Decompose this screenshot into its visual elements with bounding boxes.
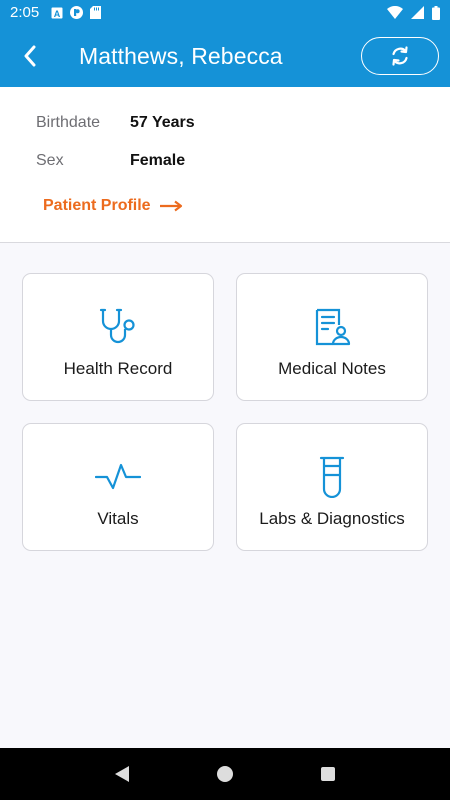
stethoscope-icon (97, 304, 139, 350)
labs-diagnostics-tile[interactable]: Labs & Diagnostics (236, 423, 428, 551)
health-record-label: Health Record (63, 359, 173, 378)
sex-label: Sex (36, 152, 64, 169)
home-circle-icon (216, 766, 233, 782)
health-record-tile[interactable]: Health Record (22, 273, 214, 401)
status-left-icons: A (51, 6, 102, 19)
sex-value: Female (130, 152, 186, 169)
birthdate-row: Birthdate 57 Years (36, 114, 195, 132)
birthdate-label: Birthdate (36, 114, 101, 131)
app-bar: Matthews, Rebecca (0, 25, 450, 87)
nav-back-button[interactable] (102, 754, 142, 794)
text-a-icon: A (51, 7, 63, 19)
wifi-icon (387, 6, 403, 19)
vitals-tile[interactable]: Vitals (22, 423, 214, 551)
sd-card-icon (90, 6, 102, 19)
recents-square-icon (321, 767, 336, 781)
status-bar: 2:05 A (0, 0, 450, 25)
nav-recents-button[interactable] (308, 754, 348, 794)
refresh-icon (392, 46, 408, 66)
circle-p-icon (70, 6, 84, 19)
patient-info-panel: Birthdate 57 Years Sex Female Patient Pr… (0, 87, 450, 243)
patient-profile-label: Patient Profile (43, 197, 151, 214)
chevron-left-icon (24, 45, 36, 67)
arrow-right-icon (159, 200, 182, 212)
battery-icon (432, 5, 440, 20)
sex-row: Sex Female (36, 152, 185, 170)
cell-signal-icon (411, 6, 424, 19)
page-title: Matthews, Rebecca (79, 42, 283, 69)
nav-home-button[interactable] (205, 754, 245, 794)
svg-text:A: A (54, 9, 61, 19)
vitals-label: Vitals (97, 509, 139, 528)
medical-notes-tile[interactable]: Medical Notes (236, 273, 428, 401)
medical-notes-icon (311, 304, 353, 350)
system-nav-bar (0, 748, 450, 800)
refresh-button[interactable] (361, 37, 439, 75)
status-time: 2:05 (10, 4, 40, 21)
test-tube-icon (317, 454, 347, 500)
heartbeat-icon (95, 454, 141, 500)
birthdate-value: 57 Years (130, 114, 195, 131)
status-right-icons (387, 5, 440, 20)
back-triangle-icon (114, 766, 129, 782)
back-button[interactable] (0, 25, 60, 87)
patient-profile-link[interactable]: Patient Profile (43, 197, 183, 215)
medical-notes-label: Medical Notes (278, 359, 386, 378)
labs-diagnostics-label: Labs & Diagnostics (259, 509, 405, 528)
